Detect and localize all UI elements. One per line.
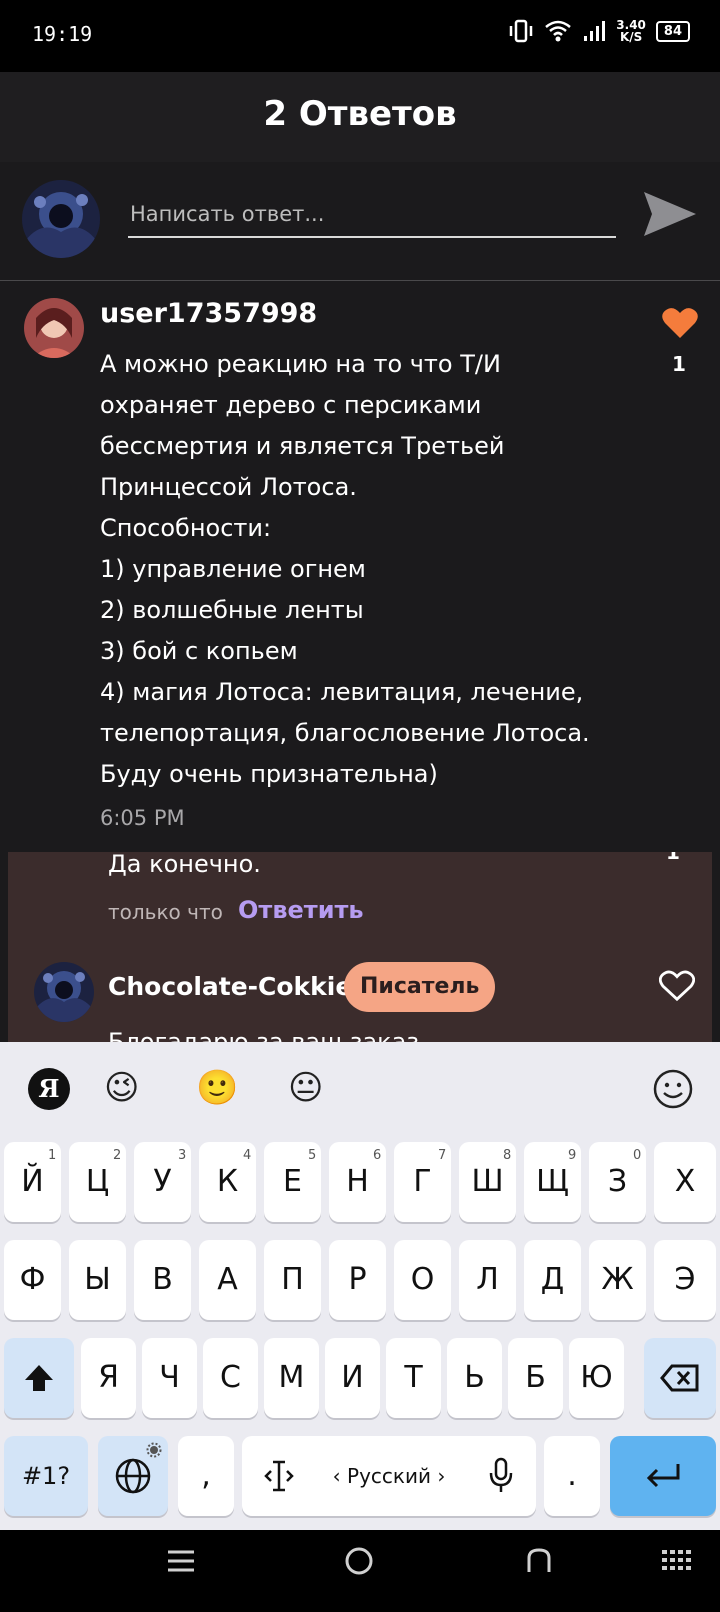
key-в[interactable]: В [134,1240,191,1320]
key-ы[interactable]: Ы [69,1240,126,1320]
author-avatar[interactable] [34,962,94,1022]
key-п[interactable]: П [264,1240,321,1320]
reply-link[interactable]: Ответить [238,896,364,924]
language-key[interactable] [98,1436,168,1516]
battery-icon: 84 [655,20,690,42]
period-key[interactable]: . [544,1436,600,1516]
navigation-bar [0,1530,720,1612]
hint-0: 0 [633,1148,642,1163]
backspace-icon [660,1364,699,1392]
send-icon [644,192,696,236]
emoji-panel-button[interactable] [652,1068,694,1119]
back-arch-icon [527,1548,551,1572]
menu-icon [168,1550,194,1572]
keyboard-grid-icon [662,1550,691,1570]
comment-username[interactable]: user17357998 [100,298,317,329]
reply-bar [0,162,720,281]
heart-outline-icon [658,970,696,1002]
cursor-move-icon [264,1460,294,1492]
key-м[interactable]: М [264,1338,319,1418]
author-username[interactable]: Chocolate-Cokkie [108,972,352,1001]
status-time: 19:19 [32,22,93,46]
emoji-icon [653,1069,693,1109]
commenter-avatar[interactable] [24,298,84,358]
key-л[interactable]: Л [459,1240,516,1320]
reply-input[interactable] [128,192,616,238]
key-ь[interactable]: Ь [447,1338,502,1418]
symbols-key[interactable]: #1? [4,1436,88,1516]
key-с[interactable]: С [203,1338,258,1418]
heart-filled-icon [662,308,698,338]
hint-3: 3 [178,1148,187,1163]
home-button[interactable] [344,1544,374,1587]
reply-like-count: 1 [666,852,680,864]
reply-text: Да конечно. [108,852,261,878]
key-б[interactable]: Б [508,1338,563,1418]
key-ф[interactable]: Ф [4,1240,61,1320]
like-button-outline[interactable] [658,970,696,1002]
gear-icon [146,1442,162,1458]
shift-key[interactable] [4,1338,74,1418]
like-button[interactable] [661,306,699,340]
page-title: 2 Ответов [263,94,457,134]
emoji-neutral[interactable]: 😐 [288,1068,323,1108]
key-а[interactable]: А [199,1240,256,1320]
key-э[interactable]: Э [654,1240,716,1320]
home-circle-icon [345,1547,373,1575]
space-label: ‹ Русский › [332,1464,446,1488]
yandex-logo-icon[interactable]: Я [28,1068,70,1110]
my-avatar[interactable] [22,180,100,258]
author-reply-text: Блогадарю за ваш заказ [108,1028,420,1042]
comment-time: 6:05 PM [100,806,185,830]
menu-button[interactable] [166,1544,196,1587]
key-х[interactable]: Х [654,1142,716,1222]
header: 2 Ответов [0,72,720,163]
hint-2: 2 [113,1148,122,1163]
keyboard-hide-button[interactable] [660,1544,694,1587]
emoji-wink[interactable]: 😉 [104,1068,139,1108]
vibrate-icon [510,19,533,43]
enter-arrow-icon [646,1464,680,1488]
shift-arrow-icon [25,1365,53,1391]
key-ж[interactable]: Ж [589,1240,646,1320]
backspace-key[interactable] [644,1338,716,1418]
key-о[interactable]: О [394,1240,451,1320]
suggestion-row: Я 😉 🙂 😐 [0,1042,720,1138]
key-и[interactable]: И [325,1338,380,1418]
space-key[interactable]: ‹ Русский › [242,1436,536,1516]
send-button[interactable] [640,184,700,244]
like-count: 1 [672,352,686,376]
key-ю[interactable]: Ю [569,1338,624,1418]
comma-key[interactable]: , [178,1436,234,1516]
key-я[interactable]: Я [81,1338,136,1418]
key-р[interactable]: Р [329,1240,386,1320]
enter-key[interactable] [610,1436,716,1516]
microphone-icon [489,1457,513,1492]
comment-text: А можно реакцию на то что Т/И охраняет д… [100,350,590,788]
hint-1: 1 [48,1148,57,1163]
replies-panel: Да конечно. 1 только что Ответить Chocol… [8,852,712,1042]
hint-4: 4 [243,1148,252,1163]
hint-5: 5 [308,1148,317,1163]
emoji-smile[interactable]: 🙂 [196,1068,238,1108]
reply-time: только что [108,900,223,924]
writer-badge: Писатель [344,962,496,1012]
hint-8: 8 [503,1148,512,1163]
status-bar: 19:19 3.40 K/S 84 [0,0,720,72]
wifi-icon [545,20,572,42]
globe-icon [115,1458,151,1494]
back-button[interactable] [524,1544,554,1587]
hint-9: 9 [568,1148,577,1163]
network-speed: 3.40 K/S [616,18,646,44]
hint-7: 7 [438,1148,447,1163]
keyboard: Я 😉 🙂 😐 Й Ц У К Е Н Г Ш Щ З Х 1 2 3 4 5 … [0,1042,720,1530]
key-ч[interactable]: Ч [142,1338,197,1418]
signal-icon [584,21,606,41]
status-icons: 3.40 K/S 84 [508,18,690,44]
key-д[interactable]: Д [524,1240,581,1320]
hint-6: 6 [373,1148,382,1163]
key-т[interactable]: Т [386,1338,441,1418]
